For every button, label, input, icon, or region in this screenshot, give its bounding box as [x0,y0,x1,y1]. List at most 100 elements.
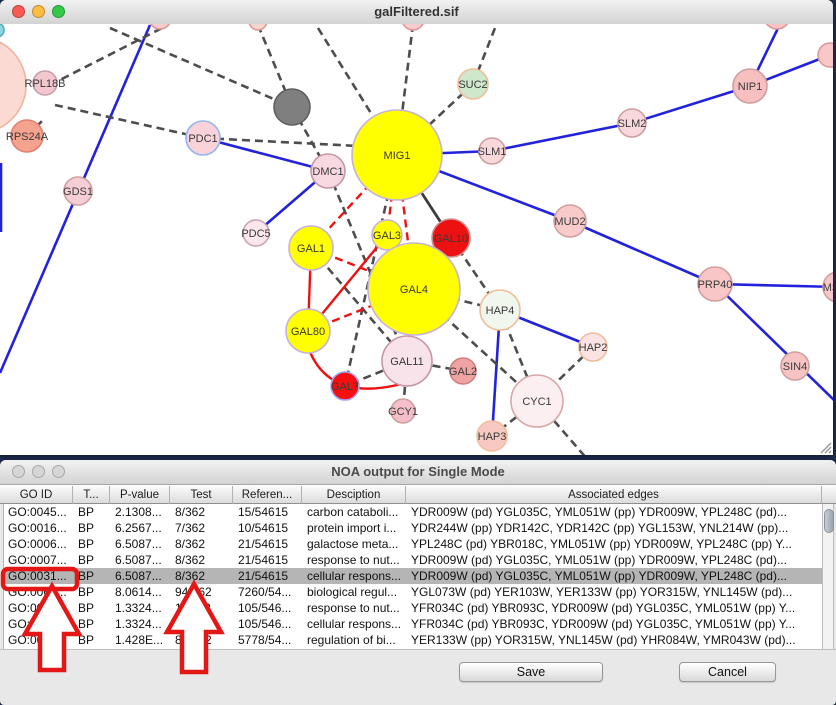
network-titlebar: galFiltered.sif [0,0,833,25]
table-cell: 11/362 [171,600,234,616]
table-cell: 21/54615 [234,568,303,584]
node-label-GAL4: GAL4 [400,284,428,296]
network-node-big-left[interactable] [0,37,26,133]
table-header: GO IDT...P-valueTestReferen...Desciption… [0,484,836,504]
network-node-top-partial-4[interactable] [764,24,790,29]
node-label-NIP1: NIP1 [738,81,762,93]
table-cell: YPL248C (pd) YBR018C, YML051W (pp) YDR00… [407,536,823,552]
table-cell: 1.3324... [111,616,171,632]
resize-grip[interactable] [818,440,832,454]
table-cell: 105/546... [234,600,303,616]
table-cell: carbon cataboli... [303,504,407,520]
node-label-SUC2: SUC2 [458,79,487,91]
network-edge-blue [632,86,750,123]
scrollbar-thumb[interactable] [824,509,834,533]
table-cell: 7260/54... [234,584,303,600]
table-cell: galactose meta... [303,536,407,552]
table-body: GO:0045...BP2.1308...8/36215/54615carbon… [3,504,823,649]
table-cell: 1.3324... [111,600,171,616]
table-cell: YFR034C (pd) YBR093C, YDR009W (pd) YGL03… [407,616,823,632]
node-label-HAP2: HAP2 [579,342,608,354]
network-node-top-partial-1[interactable] [149,24,171,29]
network-edge-blue [492,123,632,151]
table-cell: YDR009W (pd) YGL035C, YML051W (pp) YDR00… [407,552,823,568]
table-row[interactable]: GO:0007...BP6.5087...8/36221/54615respon… [4,552,823,568]
node-label-RPL18B: RPL18B [25,78,66,90]
network-node-cyan-corner[interactable] [0,24,4,37]
table-row[interactable]: GO:0006...BP6.5087...8/36221/54615galact… [4,536,823,552]
table-cell: 105/546... [234,616,303,632]
network-edge-blue [570,221,715,284]
table-cell: YDR009W (pd) YGL035C, YML051W (pp) YDR00… [407,568,823,584]
table-cell: cellular respons... [303,616,407,632]
column-header-go-id[interactable]: GO ID [0,486,73,504]
table-cell: BP [74,520,111,536]
table-cell: GO:0007... [4,552,74,568]
column-header-t-[interactable]: T... [73,486,110,504]
table-cell: GO:0006... [4,536,74,552]
table-cell: BP [74,616,111,632]
table-row[interactable]: GO:0031...BP1.3324...11/362105/546...res… [4,600,823,616]
table-cell: 8/362 [171,568,234,584]
network-node-top-partial-3[interactable] [402,24,424,30]
table-cell: regulation of bi... [303,632,407,648]
table-cell: 21/54615 [234,552,303,568]
table-row[interactable]: GO:0031...BP1.3324...11/362105/546...cel… [4,616,823,632]
table-row[interactable]: GO:0065...BP8.0614...94/3627260/54...bio… [4,584,823,600]
noa-window-title: NOA output for Single Mode [0,460,836,484]
table-cell: 2.1308... [111,504,171,520]
table-cell: response to nut... [303,552,407,568]
table-cell: 21/54615 [234,536,303,552]
table-cell: 80/362 [171,632,234,648]
node-label-SLM1: SLM1 [478,146,507,158]
column-header-desciption[interactable]: Desciption [302,486,406,504]
table-row[interactable]: GO:0016...BP6.2567...7/36210/54615protei… [4,520,823,536]
table-row[interactable]: GO:0031...BP6.5087...8/36221/54615cellul… [4,568,823,584]
table-cell: 94/362 [171,584,234,600]
table-cell: 6.5087... [111,568,171,584]
vertical-scrollbar[interactable] [822,504,834,649]
table-cell: 5778/54... [234,632,303,648]
table-cell: cellular respons... [303,568,407,584]
node-label-GAL7: GAL7 [331,381,359,393]
table-cell: 1.428E... [111,632,171,648]
node-label-MSN5: MSN5 [823,282,833,294]
table-row[interactable]: GO:0050...BP1.428E...80/3625778/54...reg… [4,632,823,648]
save-button[interactable]: Save [459,662,603,682]
table-cell: 8/362 [171,552,234,568]
network-canvas[interactable]: RPL18BRPS24APDC1GDS1MIG1DMC1SUC2SLM1SLM2… [0,24,833,455]
network-node-right-partial[interactable] [818,43,833,67]
table-cell: 7/362 [171,520,234,536]
table-cell: GO:0016... [4,520,74,536]
node-label-GAL80: GAL80 [291,326,325,338]
network-node-top-partial-2[interactable] [249,24,267,30]
table-cell: 8/362 [171,536,234,552]
column-header-p-value[interactable]: P-value [110,486,170,504]
column-header-referen-[interactable]: Referen... [233,486,302,504]
button-panel: Save Cancel [0,649,836,705]
column-header-associated-edges[interactable]: Associated edges [406,486,822,504]
table-cell: protein import i... [303,520,407,536]
table-cell: BP [74,504,111,520]
table-cell: GO:0031... [4,600,74,616]
table-cell: GO:0050... [4,632,74,648]
column-header-test[interactable]: Test [170,486,233,504]
network-edge-dashed [55,105,203,138]
network-edge-dashed [50,25,168,85]
table-row[interactable]: GO:0045...BP2.1308...8/36215/54615carbon… [4,504,823,520]
table-cell: biological regul... [303,584,407,600]
table-cell: 8/362 [171,504,234,520]
node-label-GAL2: GAL2 [449,366,477,378]
network-node-gray-node[interactable] [274,89,310,125]
node-label-PDC1: PDC1 [188,133,217,145]
cancel-button[interactable]: Cancel [679,662,776,682]
node-label-GAL3: GAL3 [373,230,401,242]
table-cell: GO:0045... [4,504,74,520]
node-label-GAL1: GAL1 [297,243,325,255]
table-cell: 6.5087... [111,552,171,568]
network-window-title: galFiltered.sif [0,0,833,24]
table-cell: BP [74,568,111,584]
node-label-PRP40: PRP40 [698,279,733,291]
node-label-HAP4: HAP4 [486,305,515,317]
noa-output-window: NOA output for Single Mode GO IDT...P-va… [0,460,836,704]
